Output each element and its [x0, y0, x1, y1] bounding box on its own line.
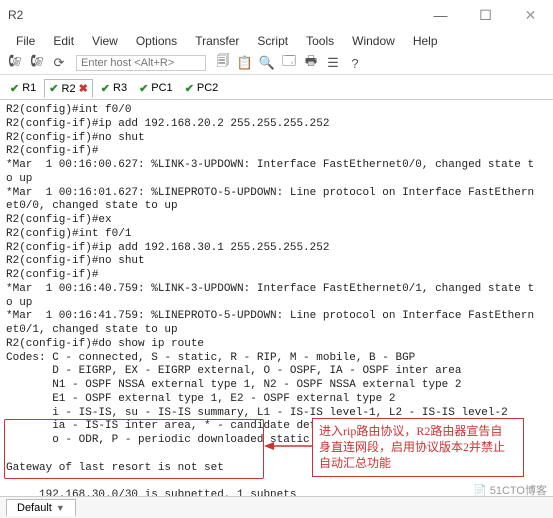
tab-label: R3 [113, 82, 127, 94]
tab-label: PC2 [197, 82, 218, 94]
close-tab-icon[interactable]: ✖ [79, 82, 88, 95]
bottom-tab-label: Default [17, 502, 52, 514]
connect-icon[interactable]: 🕼 [6, 54, 24, 72]
dropdown-icon[interactable]: ▼ [56, 503, 65, 513]
annotation-box: 进入rip路由协议，R2路由器宣告自 身直连网段，启用协议版本2并禁止 自动汇总… [312, 418, 524, 477]
paste-icon[interactable]: 📋 [236, 54, 254, 72]
check-icon: ✔ [139, 82, 148, 95]
close-button[interactable]: ✕ [508, 0, 553, 30]
find-icon[interactable]: 🔍 [258, 54, 276, 72]
session-tabs: ✔R1 ✔R2✖ ✔R3 ✔PC1 ✔PC2 [0, 75, 553, 100]
toolbar: 🕼 🕼 ⟳ 🗐 📋 🔍 🗔 🖶 ☰ ? [0, 52, 553, 75]
check-icon: ✔ [10, 82, 19, 95]
tab-label: R1 [22, 82, 36, 94]
menu-file[interactable]: File [8, 32, 43, 50]
menu-edit[interactable]: Edit [45, 32, 82, 50]
check-icon: ✔ [185, 82, 194, 95]
arrow-icon [264, 440, 314, 452]
minimize-button[interactable]: — [418, 0, 463, 30]
tab-pc2[interactable]: ✔PC2 [181, 80, 223, 97]
window-title: R2 [8, 8, 23, 22]
help-icon[interactable]: ? [346, 54, 364, 72]
bottom-tab-bar: Default ▼ [0, 496, 553, 518]
tab-r1[interactable]: ✔R1 [6, 80, 40, 97]
window-controls: — ☐ ✕ [418, 0, 553, 30]
copy-icon[interactable]: 🗐 [214, 54, 232, 72]
tab-pc1[interactable]: ✔PC1 [135, 80, 177, 97]
check-icon: ✔ [49, 82, 58, 95]
tab-label: PC1 [151, 82, 172, 94]
menu-help[interactable]: Help [405, 32, 446, 50]
props-icon[interactable]: 🗔 [280, 54, 298, 72]
host-input[interactable] [76, 55, 206, 71]
quick-connect-icon[interactable]: 🕼 [28, 54, 46, 72]
print-icon[interactable]: 🖶 [302, 54, 320, 72]
title-bar: R2 — ☐ ✕ [0, 0, 553, 30]
maximize-button[interactable]: ☐ [463, 0, 508, 30]
settings-icon[interactable]: ☰ [324, 54, 342, 72]
menu-script[interactable]: Script [249, 32, 296, 50]
command-highlight-box [4, 419, 264, 479]
bottom-tab-default[interactable]: Default ▼ [6, 499, 76, 516]
tab-r3[interactable]: ✔R3 [97, 80, 131, 97]
menu-view[interactable]: View [84, 32, 126, 50]
menu-tools[interactable]: Tools [298, 32, 342, 50]
tab-r2[interactable]: ✔ R2✖ [44, 79, 93, 98]
check-icon: ✔ [101, 82, 110, 95]
menu-transfer[interactable]: Transfer [187, 32, 247, 50]
menu-options[interactable]: Options [128, 32, 185, 50]
tab-label: R2 [62, 83, 76, 95]
menu-bar: File Edit View Options Transfer Script T… [0, 30, 553, 52]
reconnect-icon[interactable]: ⟳ [50, 54, 68, 72]
menu-window[interactable]: Window [344, 32, 403, 50]
